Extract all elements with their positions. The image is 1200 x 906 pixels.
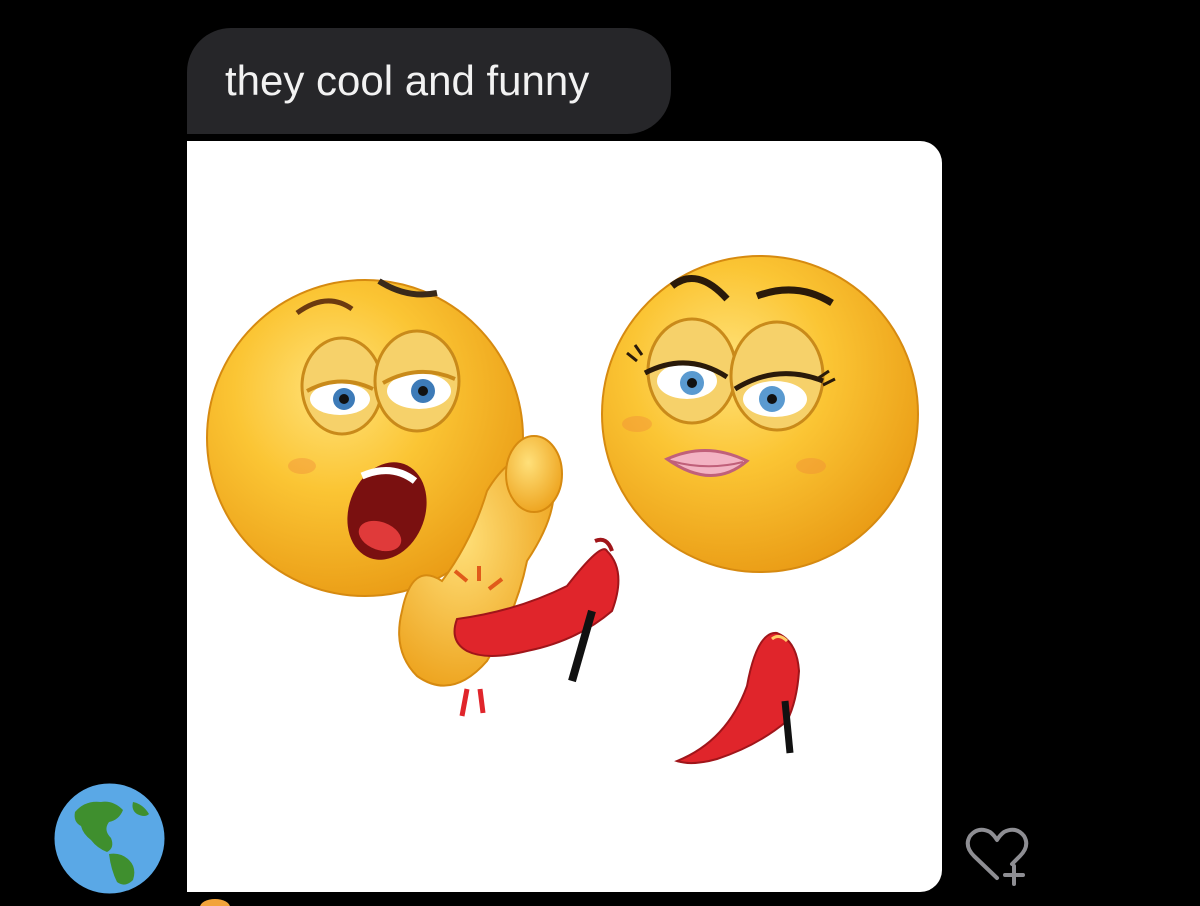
red-high-heel-standing [674, 631, 801, 765]
right-emoji-face [601, 255, 919, 573]
heart-plus-icon[interactable] [962, 826, 1032, 886]
message-bubble[interactable]: they cool and funny [187, 28, 671, 134]
reaction-indicator [200, 899, 230, 906]
chat-thread: they cool and funny [0, 0, 1200, 906]
globe-americas-icon[interactable] [53, 782, 166, 895]
emoji-illustration [206, 255, 919, 765]
message-text: they cool and funny [225, 57, 590, 104]
image-attachment[interactable] [187, 141, 942, 892]
